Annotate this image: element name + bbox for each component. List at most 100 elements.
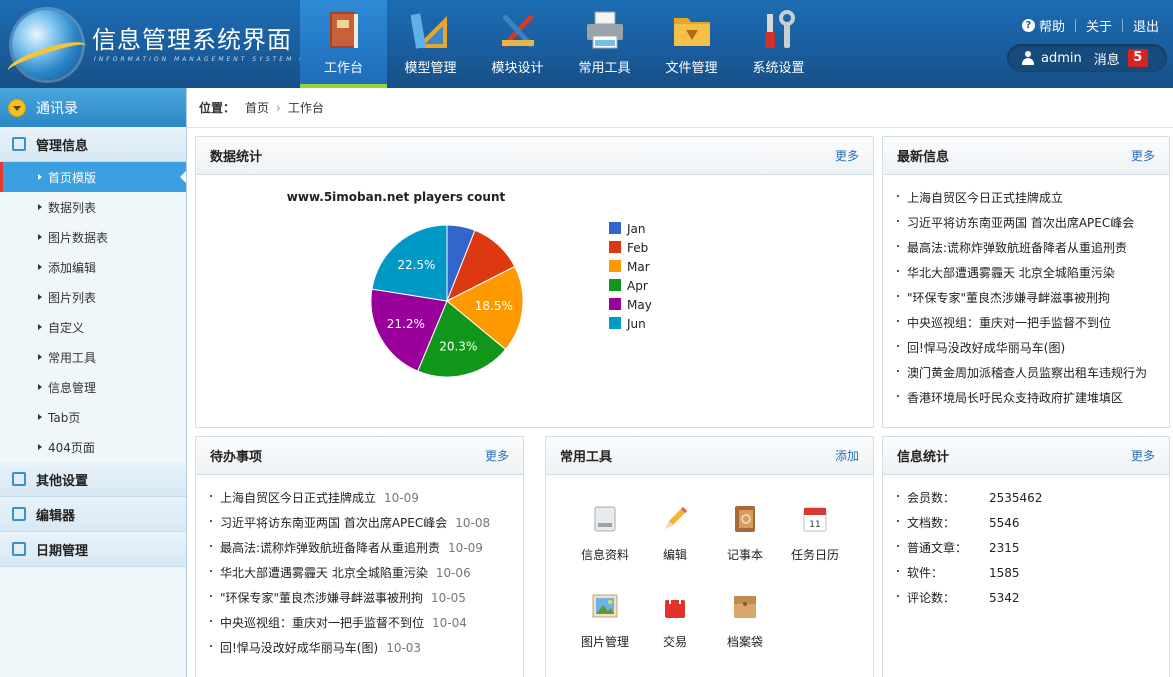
add-link[interactable]: 添加: [835, 447, 859, 464]
sidebar-item-common-tools[interactable]: 常用工具: [0, 342, 186, 372]
todo-date: 10-03: [386, 641, 422, 655]
list-item[interactable]: 香港环境局长吁民众支持政府扩建堆填区: [897, 389, 1169, 414]
pie-slice-label: 21.2%: [387, 317, 425, 331]
logo[interactable]: 信息管理系统界面 INFORMATION MANAGEMENT SYSTEM G…: [4, 8, 316, 81]
sidebar-item-404-page[interactable]: 404页面: [0, 432, 186, 462]
todo-date: 10-09: [384, 491, 419, 505]
tool-label: 信息资料: [580, 548, 629, 562]
sidebar-group-management-info[interactable]: 管理信息: [0, 127, 186, 162]
app-title: 信息管理系统界面: [92, 26, 292, 54]
legend-label[interactable]: Apr: [627, 279, 648, 293]
sidebar-contacts[interactable]: 通讯录: [0, 88, 186, 127]
list-item[interactable]: 习近平将访东南亚两国 首次出席APEC峰会: [897, 214, 1169, 239]
user-bar: admin 消息 5: [1007, 44, 1167, 72]
stat-label: 软件：: [907, 566, 944, 580]
nav-common-tools[interactable]: 常用工具: [561, 0, 648, 88]
more-link[interactable]: 更多: [1131, 147, 1155, 164]
list-item[interactable]: "环保专家"董良杰涉嫌寻衅滋事被刑拘: [897, 289, 1169, 314]
sidebar-item-image-list[interactable]: 图片列表: [0, 282, 186, 312]
nav-workbench[interactable]: 工作台: [300, 0, 387, 88]
sidebar-group-other-settings[interactable]: 其他设置: [0, 462, 186, 497]
list-item[interactable]: 上海自贸区今日正式挂牌成立 10-09: [210, 489, 523, 514]
list-item[interactable]: 最高法:谎称炸弹致航班备降者从重追刑责 10-09: [210, 539, 523, 564]
pie-chart: www.5imoban.net players count 18.5% 20.3%…: [287, 190, 652, 378]
help-icon: ?: [1021, 19, 1035, 32]
more-link[interactable]: 更多: [835, 147, 859, 164]
list-item[interactable]: 回!悍马没改好成华丽马车(图) 10-03: [210, 639, 523, 664]
chevron-right-icon: ›: [276, 100, 281, 115]
legend-label[interactable]: Jan: [626, 222, 646, 236]
tool-image-management[interactable]: 图片管理: [570, 592, 640, 650]
tool-notepad[interactable]: 记事本: [710, 505, 780, 563]
chevron-down-icon: [8, 98, 26, 117]
tool-transaction[interactable]: 交易: [640, 592, 710, 650]
folder-icon: [674, 18, 710, 46]
legend-label[interactable]: Mar: [627, 260, 650, 274]
nav-label: 工作台: [323, 61, 363, 76]
sidebar-item-label: 添加编辑: [48, 260, 97, 275]
sidebar-group-editor[interactable]: 编辑器: [0, 497, 186, 532]
sidebar-item-tab-page[interactable]: Tab页: [0, 402, 186, 432]
list-item[interactable]: 最高法:谎称炸弹致航班备降者从重追刑责: [897, 239, 1169, 264]
sidebar-item-data-list[interactable]: 数据列表: [0, 192, 186, 222]
tool-label: 图片管理: [580, 635, 629, 649]
sidebar-item-label: Tab页: [48, 410, 81, 425]
list-item[interactable]: 中央巡视组：重庆对一把手监督不到位: [897, 314, 1169, 339]
sidebar-item-custom[interactable]: 自定义: [0, 312, 186, 342]
legend-swatch: [609, 279, 621, 291]
sidebar-group-date-management[interactable]: 日期管理: [0, 532, 186, 567]
todo-text: "环保专家"董良杰涉嫌寻衅滋事被刑拘: [220, 591, 424, 605]
nav-label: 系统设置: [752, 61, 805, 76]
breadcrumb-home-link[interactable]: 首页: [245, 99, 269, 116]
divider: [1121, 19, 1123, 32]
tool-task-calendar[interactable]: 11 任务日历: [780, 505, 850, 563]
list-item[interactable]: 上海自贸区今日正式挂牌成立: [897, 189, 1169, 214]
list-item[interactable]: 习近平将访东南亚两国 首次出席APEC峰会 10-08: [210, 514, 523, 539]
sidebar-item-info-management[interactable]: 信息管理: [0, 372, 186, 402]
legend-label[interactable]: May: [627, 298, 652, 312]
tool-info-data[interactable]: 信息资料: [570, 505, 640, 563]
calendar-page-icon: 11: [803, 507, 827, 532]
messages-count-badge[interactable]: 5: [1127, 49, 1148, 67]
tool-archive-bag[interactable]: 档案袋: [710, 592, 780, 650]
nav-module-design[interactable]: 模块设计: [474, 0, 561, 88]
tool-edit[interactable]: 编辑: [640, 505, 710, 563]
todo-text: 上海自贸区今日正式挂牌成立: [220, 491, 377, 505]
help-link[interactable]: 帮助: [1039, 16, 1065, 35]
list-icon: [12, 137, 26, 151]
todo-text: 回!悍马没改好成华丽马车(图): [220, 641, 379, 655]
picture-icon: [592, 594, 618, 618]
more-link[interactable]: 更多: [485, 447, 509, 464]
stat-row: 会员数： 2535462: [897, 489, 1169, 514]
list-item[interactable]: 澳门黄金周加派稽查人员监察出租车违规行为: [897, 364, 1169, 389]
messages-link[interactable]: 消息: [1094, 49, 1120, 68]
nav-model-management[interactable]: 模型管理: [387, 0, 474, 88]
list-item[interactable]: 中央巡视组：重庆对一把手监督不到位 10-04: [210, 614, 523, 639]
sidebar-group-label: 其他设置: [36, 473, 89, 489]
tools-panel: 常用工具 添加 信息资料 编辑 记事本 11 任务日历 图片管理 交易 档案袋: [545, 436, 874, 677]
nav-system-settings[interactable]: 系统设置: [735, 0, 822, 88]
panel-title: 数据统计: [210, 150, 263, 165]
more-link[interactable]: 更多: [1131, 447, 1155, 464]
about-link[interactable]: 关于: [1086, 16, 1112, 35]
username[interactable]: admin: [1041, 51, 1082, 66]
sidebar-item-image-data-table[interactable]: 图片数据表: [0, 222, 186, 252]
logout-link[interactable]: 退出: [1133, 16, 1159, 35]
legend-label[interactable]: Jun: [626, 317, 646, 331]
design-tools-icon: [502, 14, 534, 48]
list-item[interactable]: 回!悍马没改好成华丽马车(图): [897, 339, 1169, 364]
list-item[interactable]: 华北大部遭遇雾霾天 北京全城陷重污染: [897, 264, 1169, 289]
stat-label: 评论数：: [907, 591, 956, 605]
nav-file-management[interactable]: 文件管理: [648, 0, 735, 88]
list-item[interactable]: 华北大部遭遇雾霾天 北京全城陷重污染 10-06: [210, 564, 523, 589]
stat-label: 普通文章：: [907, 541, 968, 555]
stat-row: 文档数： 5546: [897, 514, 1169, 539]
list-item[interactable]: "环保专家"董良杰涉嫌寻衅滋事被刑拘 10-05: [210, 589, 523, 614]
legend-label[interactable]: Feb: [627, 241, 648, 255]
sidebar-item-label: 图片列表: [48, 290, 97, 305]
sidebar-item-home-template[interactable]: 首页模版: [0, 162, 186, 192]
legend-swatch: [609, 260, 621, 272]
todo-text: 最高法:谎称炸弹致航班备降者从重追刑责: [220, 541, 441, 555]
sidebar-item-add-edit[interactable]: 添加编辑: [0, 252, 186, 282]
sidebar-group-label: 日期管理: [36, 543, 89, 559]
